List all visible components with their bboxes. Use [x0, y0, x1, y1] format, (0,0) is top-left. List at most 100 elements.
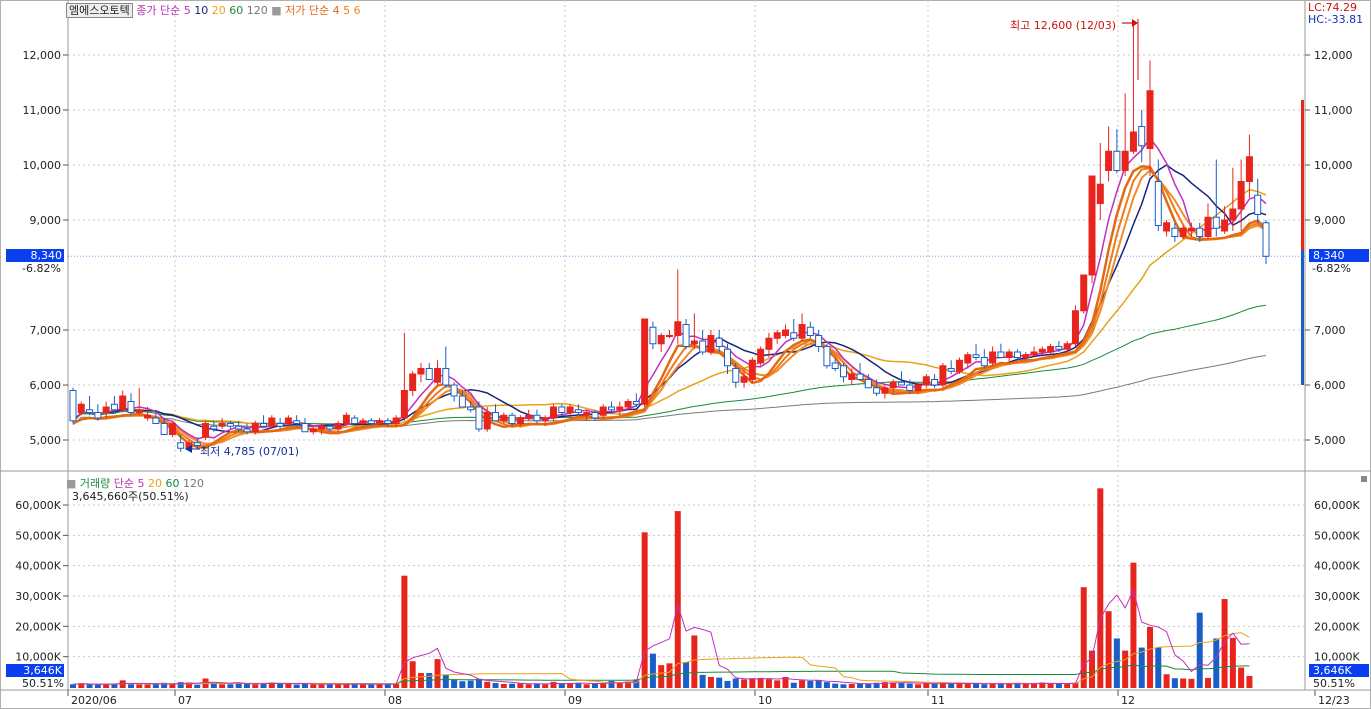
volume-bar [1055, 683, 1062, 688]
stock-name-button[interactable]: 엠에스오토텍 [66, 3, 133, 18]
price-axis-label-right: 5,000 [1314, 434, 1346, 447]
candle-body [864, 379, 872, 389]
envelope-4: 4 [332, 4, 340, 17]
volume-bar [550, 681, 557, 688]
candle-body [1030, 351, 1038, 356]
candle-body [806, 326, 814, 336]
candle-body [359, 420, 367, 424]
volume-bar [194, 684, 201, 688]
price-ma-5: 5 [183, 4, 191, 17]
candle-body [748, 359, 756, 380]
volume-bar [1213, 638, 1220, 688]
candle-body [1179, 227, 1187, 237]
volume-bar [310, 684, 317, 688]
date-label: 09 [568, 694, 582, 707]
candle-body [342, 414, 350, 424]
volume-bar [765, 679, 772, 688]
price-axis-label-right: 6,000 [1314, 379, 1346, 392]
candle-body [740, 376, 748, 383]
stock-chart[interactable]: 12,000 12,000 11,000 11,000 10,000 10,000 9,00… [0, 0, 1371, 709]
candle-body [574, 409, 582, 413]
volume-bar [600, 683, 607, 688]
candle-body [682, 324, 690, 347]
candle-body [1254, 194, 1262, 215]
volume-bar [525, 684, 532, 688]
date-label: 11 [931, 694, 945, 707]
volume-bar [823, 682, 830, 688]
volume-bar [467, 680, 474, 688]
candle-body [815, 335, 823, 347]
candle-body [500, 414, 508, 422]
volume-bar [799, 680, 806, 688]
candle-body [1071, 310, 1079, 345]
candle-body [434, 368, 442, 383]
volume-bar [368, 684, 375, 688]
high-annotation: 최고 12,600 (12/03) [1010, 19, 1117, 32]
envelope-marker: ■ [271, 4, 282, 17]
volume-bar [1097, 488, 1104, 688]
volume-bar [1155, 647, 1162, 688]
candle-body [616, 406, 624, 411]
candle-body [127, 401, 135, 413]
candle-body [732, 368, 740, 383]
candle-body [77, 403, 85, 413]
candle-body [1005, 351, 1013, 358]
candle-body [160, 423, 168, 435]
date-label: 10 [758, 694, 772, 707]
volume-bar [906, 683, 913, 688]
volume-bar [1147, 626, 1154, 688]
volume-tag-right: 3,646K [1309, 664, 1369, 677]
candle-body [384, 420, 392, 424]
candle-body [293, 420, 301, 424]
candle-body [666, 335, 673, 337]
volume-bar [567, 683, 574, 688]
candle-body [1138, 126, 1146, 147]
candle-body [110, 403, 118, 411]
volume-bar [127, 684, 134, 688]
volume-bar [732, 678, 739, 688]
volume-axis-label-right: 20,000K [1314, 620, 1360, 633]
candle-body [1105, 150, 1113, 171]
candle-body [475, 406, 483, 430]
candle-body [599, 406, 607, 416]
candle-body [1262, 222, 1270, 257]
candle-body [939, 365, 947, 386]
candle-body [152, 417, 160, 424]
candle-body [674, 321, 682, 336]
candle-body [641, 318, 649, 405]
price-axis-label-right: 9,000 [1314, 214, 1346, 227]
volume-bar [1064, 683, 1071, 688]
volume-bar [459, 681, 466, 688]
volume-bar [1113, 638, 1120, 688]
volume-bar [1246, 675, 1253, 688]
volume-bar [1163, 674, 1170, 688]
volume-bar [1022, 683, 1029, 688]
candle-body [897, 381, 905, 386]
range-bar-up [1301, 100, 1304, 250]
price-axis-label-left: 7,000 [30, 324, 62, 337]
candle-body [1047, 346, 1055, 353]
volume-bar [442, 674, 449, 688]
candle-body [632, 401, 640, 405]
volume-axis-label-right: 30,000K [1314, 590, 1360, 603]
candle-body [1196, 227, 1204, 237]
price-axis-label-left: 9,000 [30, 214, 62, 227]
stat-hc: HC:-33.81 [1308, 13, 1364, 26]
candle-body [1055, 346, 1063, 350]
candle-body [1013, 351, 1021, 358]
volume-bar [94, 684, 101, 688]
candle-body [831, 362, 839, 369]
volume-bar [691, 635, 698, 688]
candle-body [1163, 222, 1171, 232]
volume-axis-label-right: 40,000K [1314, 560, 1360, 573]
volume-panel-button [1361, 476, 1367, 482]
candle-body [492, 412, 500, 422]
candle-body [425, 368, 433, 380]
volume-bar [774, 680, 781, 688]
candle-body [1121, 150, 1129, 171]
volume-bar [359, 684, 366, 688]
candle-body [409, 373, 417, 391]
price-tag-right: 8,340 [1309, 249, 1369, 262]
legend-price: 엠에스오토텍 종가 단순 5 10 20 60 120 ■ 저가 단순 4 5 … [66, 2, 361, 18]
candle-body [964, 354, 972, 364]
